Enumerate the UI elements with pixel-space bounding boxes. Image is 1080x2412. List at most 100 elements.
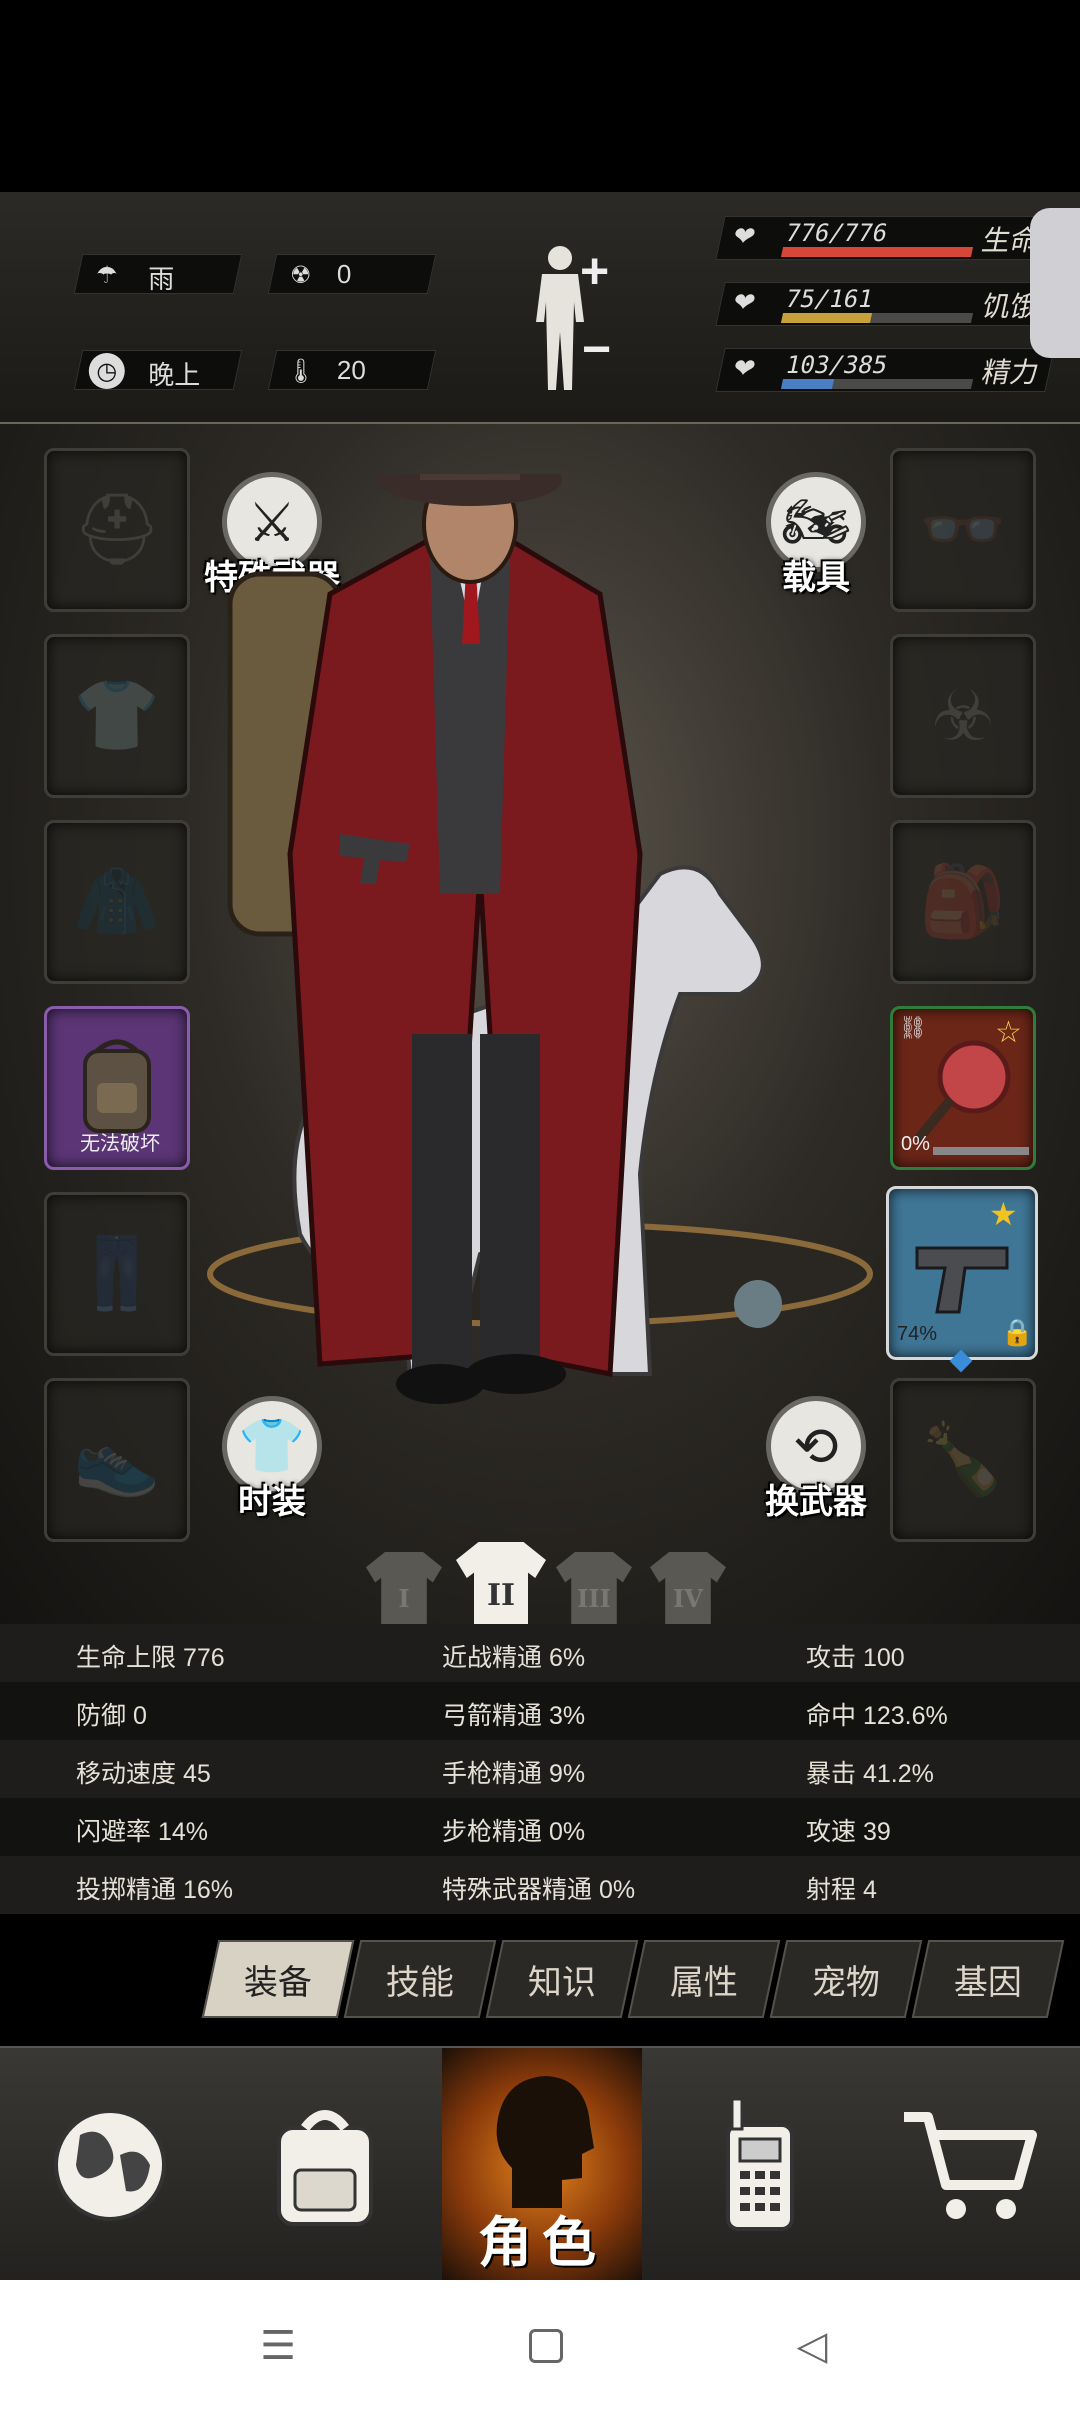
- vital-fill: [780, 379, 834, 389]
- slot-coat[interactable]: 🧥: [44, 820, 190, 984]
- nav-bag[interactable]: [235, 2048, 415, 2282]
- stat-cell: 投掷精通 16%: [76, 1876, 233, 1904]
- stats-row: 移动速度 45 手枪精通 9% 暴击 41.2%: [0, 1740, 1080, 1798]
- nav-radio[interactable]: [670, 2048, 850, 2282]
- stat-cell: 攻击 100: [806, 1644, 905, 1672]
- slot-head[interactable]: ⛑: [44, 448, 190, 612]
- backpack-icon: [277, 2110, 373, 2226]
- stat-cell: 攻速 39: [806, 1818, 891, 1846]
- backpack-tag: 无法破坏: [80, 1133, 160, 1155]
- loadout-tab-label: I: [398, 1583, 410, 1613]
- pants-icon: 👖: [73, 1234, 161, 1312]
- character-illustration: [207, 474, 873, 1404]
- shoes-icon: 👟: [73, 1420, 161, 1498]
- vital-value: 75/161: [783, 285, 876, 313]
- radiation-indicator: ☢ 0: [267, 254, 437, 294]
- bottom-nav: 角色: [0, 2046, 1080, 2282]
- loadout-tab-4[interactable]: IV: [650, 1552, 726, 1628]
- energy-head-icon: ❤: [730, 353, 759, 383]
- tab-label: 属性: [670, 1963, 738, 2002]
- stat-cell: 移动速度 45: [76, 1760, 211, 1788]
- time-indicator: ◷ 晚上: [73, 350, 243, 390]
- stats-table: 生命上限 776 近战精通 6% 攻击 100 防御 0 弓箭精通 3% 命中 123.6…: [0, 1624, 1080, 1916]
- stomach-icon: ❤: [730, 287, 759, 317]
- weather-value: 雨: [148, 264, 175, 294]
- vital-value: 776/776: [783, 219, 891, 247]
- tab-label: 装备: [244, 1963, 312, 2002]
- vital-track: [780, 313, 974, 323]
- stat-cell: 特殊武器精通 0%: [442, 1876, 636, 1904]
- side-panel-handle[interactable]: [1030, 208, 1080, 358]
- slot-pants[interactable]: 👖: [44, 1192, 190, 1356]
- vital-fill: [780, 313, 872, 323]
- time-value: 晚上: [148, 360, 201, 390]
- shirt-icon: 👕: [73, 676, 161, 754]
- tab-0[interactable]: 装备: [201, 1940, 355, 2018]
- stat-cell: 弓箭精通 3%: [442, 1702, 586, 1730]
- shopping-cart-icon: [904, 2112, 1037, 2219]
- loadout-tab-1[interactable]: I: [366, 1552, 442, 1628]
- slot-pistol[interactable]: ★ 74% 🔒: [886, 1186, 1038, 1373]
- temperature-value: 20: [336, 355, 366, 385]
- minus-icon: −: [582, 321, 612, 377]
- tab-3[interactable]: 属性: [627, 1940, 781, 2018]
- vital-label: 精力: [979, 357, 1042, 388]
- character-scene: ⛑ 👕 🧥 无法破坏 👖 👟 👓 ☣ 🎒 ☆ ⛓ 0% ★ 74% 🔒 🍾 ⚔ …: [0, 424, 1080, 1632]
- body-status-button[interactable]: + −: [520, 242, 640, 392]
- stat-cell: 射程 4: [806, 1876, 877, 1904]
- menu-icon[interactable]: ☰: [254, 2322, 302, 2370]
- slot-melee[interactable]: ☆ ⛓ 0%: [890, 1006, 1036, 1170]
- nav-world[interactable]: [20, 2048, 200, 2282]
- temperature-indicator: 🌡 20: [267, 350, 437, 390]
- stat-cell: 暴击 41.2%: [806, 1760, 934, 1788]
- tab-4[interactable]: 宠物: [769, 1940, 923, 2018]
- stat-cell: 命中 123.6%: [806, 1702, 948, 1730]
- slot-backpack[interactable]: 无法破坏: [44, 1006, 190, 1170]
- star-icon: ☆: [995, 1016, 1022, 1049]
- loadout-tab-3[interactable]: III: [556, 1552, 632, 1628]
- slot-shirt[interactable]: 👕: [44, 634, 190, 798]
- tab-label: 技能: [386, 1963, 454, 2002]
- pistol-icon: [915, 1246, 1009, 1314]
- tab-1[interactable]: 技能: [343, 1940, 497, 2018]
- radiation-icon: ☢: [290, 261, 312, 289]
- diamond-marker-icon: [949, 1349, 973, 1373]
- loadout-tab-label: III: [577, 1583, 611, 1613]
- clock-icon: ◷: [88, 353, 125, 389]
- melee-durability: 0%: [901, 1133, 930, 1155]
- vital-track: [780, 247, 974, 257]
- glasses-icon: 👓: [919, 490, 1007, 568]
- stat-cell: 步枪精通 0%: [442, 1818, 586, 1846]
- stat-cell: 手枪精通 9%: [442, 1760, 586, 1788]
- loadout-tab-2[interactable]: II: [456, 1542, 546, 1632]
- tab-5[interactable]: 基因: [911, 1940, 1065, 2018]
- tab-label: 知识: [528, 1963, 596, 2002]
- slot-shoes[interactable]: 👟: [44, 1378, 190, 1542]
- lock-icon: 🔒: [1001, 1317, 1034, 1347]
- slot-pouch[interactable]: 🎒: [890, 820, 1036, 984]
- stats-row: 投掷精通 16% 特殊武器精通 0% 射程 4: [0, 1856, 1080, 1914]
- stat-cell: 防御 0: [76, 1702, 147, 1730]
- vital-bar: ❤ 75/161 饥饿: [715, 282, 1055, 326]
- tab-2[interactable]: 知识: [485, 1940, 639, 2018]
- home-icon[interactable]: [522, 2322, 570, 2370]
- loadout-tab-label: II: [486, 1577, 516, 1613]
- loadout-tab-label: IV: [673, 1583, 703, 1613]
- link-icon: ⛓: [899, 1015, 927, 1040]
- stats-row: 生命上限 776 近战精通 6% 攻击 100: [0, 1624, 1080, 1682]
- vital-bar: ❤ 776/776 生命: [715, 216, 1055, 260]
- vital-track: [780, 379, 974, 389]
- pouch-icon: 🎒: [919, 862, 1007, 940]
- star-icon: ★: [989, 1196, 1018, 1232]
- stats-row: 闪避率 14% 步枪精通 0% 攻速 39: [0, 1798, 1080, 1856]
- helmet-icon: ⛑: [72, 490, 162, 568]
- status-header: ☂ 雨 ☢ 0 ◷ 晚上 🌡 20 + − ❤ 776/776 生命 ❤ 75/161 饥…: [0, 192, 1080, 424]
- back-icon[interactable]: ◁: [788, 2322, 836, 2370]
- slot-mask[interactable]: ☣: [890, 634, 1036, 798]
- plus-icon: +: [580, 243, 610, 299]
- bottle-icon: 🍾: [919, 1420, 1007, 1498]
- durability-bar: [933, 1147, 1029, 1155]
- nav-character[interactable]: 角色: [442, 2048, 642, 2282]
- nav-shop[interactable]: [880, 2048, 1060, 2282]
- category-tabs: 装备 技能 知识 属性 宠物 基因: [0, 1940, 1080, 2030]
